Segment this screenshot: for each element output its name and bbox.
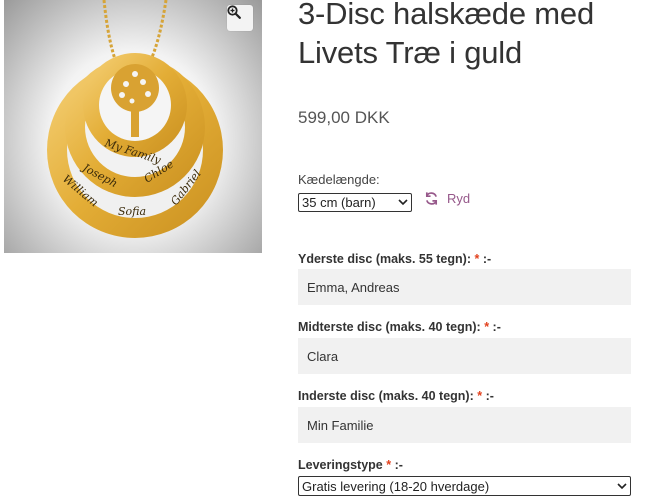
- inner-disc-label: Inderste disc (maks. 40 tegn): * :-: [298, 389, 494, 403]
- chain-length-value: 35 cm (barn): [302, 195, 376, 210]
- refresh-icon: [425, 192, 438, 205]
- product-image[interactable]: My Family Joseph Chloe William Sofia Gab…: [4, 0, 262, 253]
- product-title: 3-Disc halskæde med Livets Træ i guld: [298, 0, 643, 72]
- label-suffix: :-: [479, 252, 492, 266]
- middle-disc-label-text: Midterste disc (maks. 40 tegn):: [298, 320, 481, 334]
- outer-disc-label: Yderste disc (maks. 55 tegn): * :-: [298, 252, 491, 266]
- delivery-label-text: Leveringstype: [298, 458, 383, 472]
- outer-disc-value: Emma, Andreas: [307, 279, 400, 295]
- outer-disc-label-text: Yderste disc (maks. 55 tegn):: [298, 252, 471, 266]
- inner-disc-input[interactable]: Min Familie: [298, 407, 631, 443]
- product-title-line1: 3-Disc halskæde med: [298, 0, 594, 31]
- reset-link[interactable]: Ryd: [424, 191, 470, 206]
- zoom-in-icon: [227, 5, 241, 19]
- reset-label: Ryd: [447, 191, 471, 206]
- label-suffix: :-: [391, 458, 403, 472]
- outer-disc-input[interactable]: Emma, Andreas: [298, 269, 631, 305]
- necklace-illustration: My Family Joseph Chloe William Sofia Gab…: [47, 0, 223, 238]
- chain-length-select[interactable]: 35 cm (barn): [298, 193, 412, 212]
- inner-disc-label-text: Inderste disc (maks. 40 tegn):: [298, 389, 474, 403]
- inner-disc-value: Min Familie: [307, 417, 374, 433]
- chevron-down-icon: [395, 199, 411, 206]
- zoom-button[interactable]: [227, 5, 253, 31]
- middle-disc-input[interactable]: Clara: [298, 338, 631, 374]
- chevron-down-icon: [614, 482, 630, 490]
- middle-disc-label: Midterste disc (maks. 40 tegn): * :-: [298, 320, 501, 334]
- engraving-outer-2: Sofia: [118, 205, 146, 218]
- label-suffix: :-: [489, 320, 501, 334]
- middle-disc-value: Clara: [307, 348, 339, 364]
- product-price: 599,00 DKK: [298, 108, 390, 127]
- product-title-line2: Livets Træ i guld: [298, 35, 523, 70]
- delivery-select[interactable]: Gratis levering (18-20 hverdage): [298, 476, 631, 496]
- delivery-value: Gratis levering (18-20 hverdage): [302, 478, 490, 494]
- delivery-label: Leveringstype * :-: [298, 458, 403, 472]
- label-suffix: :-: [482, 389, 494, 403]
- chain-length-label: Kædelængde:: [298, 172, 380, 187]
